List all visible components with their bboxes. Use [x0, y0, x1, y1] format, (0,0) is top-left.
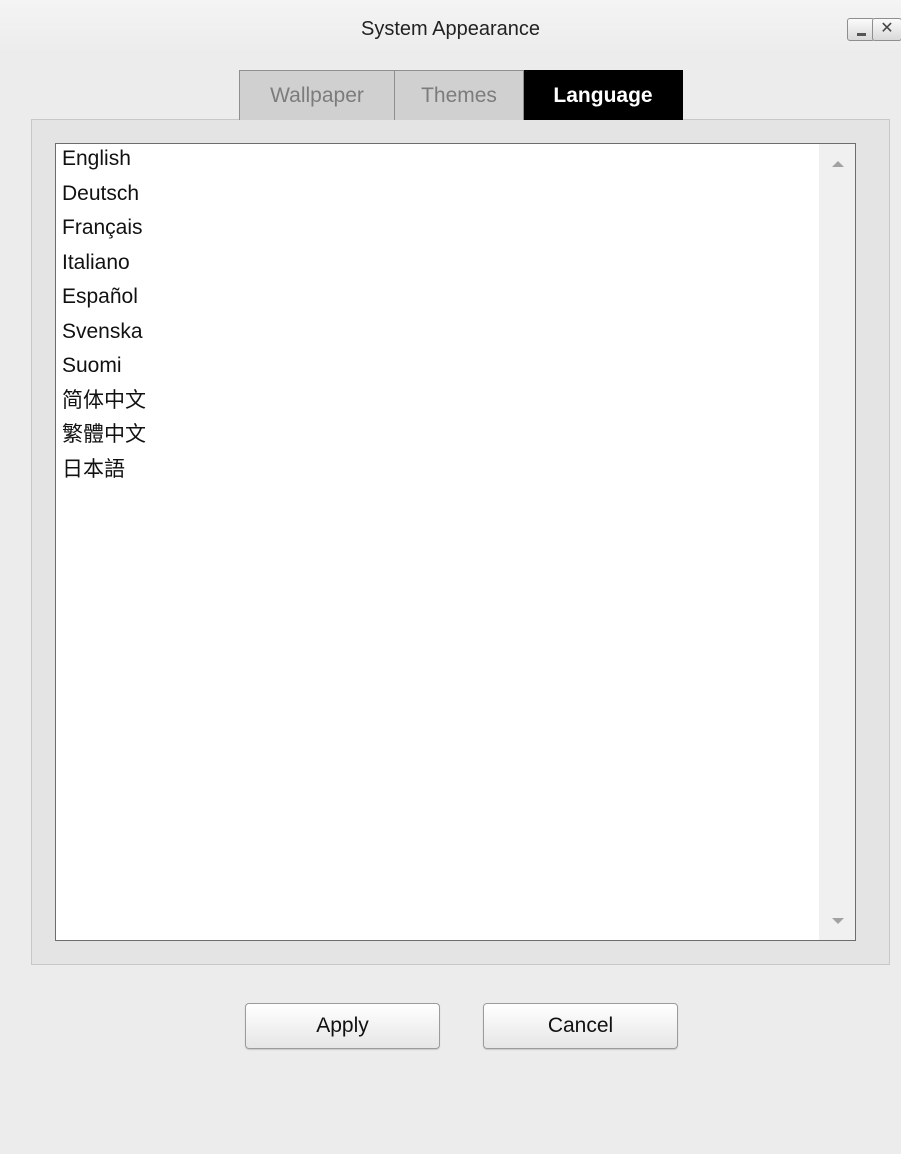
close-button[interactable]: ✕	[872, 18, 901, 41]
language-item-svenska[interactable]: Svenska	[62, 315, 146, 350]
apply-button[interactable]: Apply	[245, 1003, 440, 1049]
tab-bar: Wallpaper Themes Language	[239, 70, 683, 120]
close-icon: ✕	[880, 20, 894, 37]
window-title: System Appearance	[361, 18, 540, 40]
system-appearance-window: System Appearance ✕ Wallpaper Themes Lan…	[0, 0, 901, 1154]
language-item-francais[interactable]: Français	[62, 211, 146, 246]
language-item-japanese[interactable]: 日本語	[62, 453, 146, 488]
cancel-button[interactable]: Cancel	[483, 1003, 678, 1049]
language-item-italiano[interactable]: Italiano	[62, 246, 146, 281]
tab-language[interactable]: Language	[524, 70, 683, 120]
language-item-suomi[interactable]: Suomi	[62, 349, 146, 384]
language-item-simplified-chinese[interactable]: 简体中文	[62, 384, 146, 419]
language-list[interactable]: English Deutsch Français Italiano Españo…	[55, 143, 856, 941]
language-item-traditional-chinese[interactable]: 繁體中文	[62, 418, 146, 453]
vertical-scrollbar[interactable]	[819, 144, 855, 940]
title-bar[interactable]: System Appearance ✕	[0, 0, 901, 54]
scroll-down-arrow-icon[interactable]	[832, 918, 844, 924]
tab-themes[interactable]: Themes	[395, 70, 524, 120]
tab-wallpaper[interactable]: Wallpaper	[239, 70, 395, 120]
minimize-button[interactable]	[847, 18, 875, 41]
minimize-icon	[857, 33, 866, 36]
language-item-espanol[interactable]: Español	[62, 280, 146, 315]
language-item-deutsch[interactable]: Deutsch	[62, 177, 146, 212]
scroll-up-arrow-icon[interactable]	[832, 161, 844, 167]
language-items: English Deutsch Français Italiano Españo…	[62, 144, 146, 487]
language-item-english[interactable]: English	[62, 142, 146, 177]
